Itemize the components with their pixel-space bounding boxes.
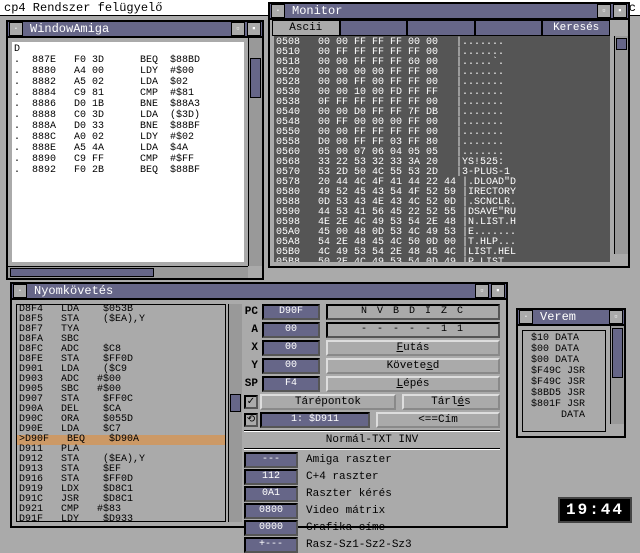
close-gadget[interactable]: · <box>519 310 533 324</box>
depth-gadget[interactable]: ▫ <box>475 284 489 298</box>
clear-button[interactable]: Tárlés <box>402 394 500 410</box>
info-label: Amiga raszter <box>306 454 500 466</box>
zoom-gadget[interactable]: ▪ <box>247 22 261 36</box>
run-button[interactable]: Futás <box>326 340 500 356</box>
reg-sp-value: F4 <box>262 376 320 392</box>
window-monitor-titlebar[interactable]: · Monitor ▫ ▪ <box>270 4 628 20</box>
monitor-tabs: Ascii Keresés <box>272 20 610 36</box>
step-button[interactable]: Lépés <box>326 376 500 392</box>
close-gadget[interactable]: · <box>13 284 27 298</box>
breakpoint-value[interactable]: 1: $D911 <box>260 412 370 428</box>
window-stack-title: Verem <box>534 310 608 324</box>
trace-row[interactable]: D91F LDY $D933 <box>17 515 225 522</box>
window-trace-titlebar[interactable]: · Nyomkövetés ▫ ▪ <box>12 284 506 300</box>
info-label: Raszter kérés <box>306 488 500 500</box>
info-value: 112 <box>244 469 298 485</box>
follow-button[interactable]: Követesd <box>326 358 500 374</box>
mode-label: Normál-TXT INV <box>244 434 500 446</box>
window-trace: · Nyomkövetés ▫ ▪ D8F4 LDA $053BD8F5 STA… <box>10 282 508 528</box>
info-value: 0A1 <box>244 486 298 502</box>
close-gadget[interactable]: · <box>9 22 23 36</box>
tab-2[interactable] <box>340 20 408 36</box>
window-stack: · Verem ▫ $10 DATA $00 DATA $00 DATA $F4… <box>516 308 626 438</box>
clock: 19:44 <box>558 497 632 523</box>
reg-a-value: 00 <box>262 322 320 338</box>
flags-values: - - - - - 1 1 <box>326 322 500 338</box>
info-label: C+4 raszter <box>306 471 500 483</box>
reg-sp-label: SP <box>244 378 262 390</box>
cycle-gadget[interactable]: ⟲ <box>244 413 258 427</box>
tab-search[interactable]: Keresés <box>542 20 610 36</box>
vscroll[interactable] <box>228 304 242 522</box>
reg-pc-label: PC <box>244 306 262 318</box>
vscroll[interactable] <box>248 38 262 266</box>
zoom-gadget[interactable]: ▪ <box>491 284 505 298</box>
tab-ascii[interactable]: Ascii <box>272 20 340 36</box>
reg-a-label: A <box>244 324 262 336</box>
hscroll[interactable] <box>8 266 248 278</box>
window-trace-title: Nyomkövetés <box>28 284 474 298</box>
disassembly-pane: D . 887E F0 3D BEQ $88BD . 8880 A4 00 LD… <box>12 42 244 262</box>
window-amiga-titlebar[interactable]: · WindowAmiga ▫ ▪ <box>8 22 262 38</box>
info-value: +--- <box>244 537 298 553</box>
tab-3[interactable] <box>407 20 475 36</box>
window-monitor: · Monitor ▫ ▪ Ascii Keresés 0508 00 00 F… <box>268 2 630 268</box>
app-title: cp4 Rendszer felügyelő <box>4 1 162 15</box>
trace-list[interactable]: D8F4 LDA $053BD8F5 STA ($EA),YD8F7 TYAD8… <box>16 304 226 522</box>
depth-gadget[interactable]: ▫ <box>597 4 611 18</box>
info-label: Rasz-Sz1-Sz2-Sz3 <box>306 539 500 551</box>
info-label: Video mátrix <box>306 505 500 517</box>
stack-list: $10 DATA $00 DATA $00 DATA $F49C JSR $F4… <box>522 330 606 432</box>
depth-gadget[interactable]: ▫ <box>609 310 623 324</box>
window-amiga-title: WindowAmiga <box>24 22 230 36</box>
hexdump-pane: 0508 00 00 FF FF FF 00 00 |....... 0510 … <box>274 36 610 262</box>
breakpoint-check[interactable]: ✓ <box>244 395 258 409</box>
window-amiga: · WindowAmiga ▫ ▪ D . 887E F0 3D BEQ $88… <box>6 20 264 280</box>
info-value: 0800 <box>244 503 298 519</box>
info-value: --- <box>244 452 298 468</box>
goto-addr-button[interactable]: <==Cím <box>376 412 500 428</box>
trace-right-panel: PC D90F N V B D I Z C A 00 - - - - - 1 1… <box>244 304 500 522</box>
vscroll[interactable] <box>610 326 624 424</box>
window-stack-titlebar[interactable]: · Verem ▫ <box>518 310 624 326</box>
reg-x-label: X <box>244 342 262 354</box>
info-value: 0000 <box>244 520 298 536</box>
info-label: Grafika címe <box>306 522 500 534</box>
window-monitor-title: Monitor <box>286 4 596 18</box>
breakpoints-button[interactable]: Tárépontok <box>260 394 396 410</box>
reg-y-value: 00 <box>262 358 320 374</box>
flags-header: N V B D I Z C <box>326 304 500 320</box>
close-gadget[interactable]: · <box>271 4 285 18</box>
tab-4[interactable] <box>475 20 543 36</box>
vscroll[interactable] <box>614 36 628 254</box>
reg-y-label: Y <box>244 360 262 372</box>
depth-gadget[interactable]: ▫ <box>231 22 245 36</box>
reg-pc-value: D90F <box>262 304 320 320</box>
reg-x-value: 00 <box>262 340 320 356</box>
zoom-gadget[interactable]: ▪ <box>613 4 627 18</box>
